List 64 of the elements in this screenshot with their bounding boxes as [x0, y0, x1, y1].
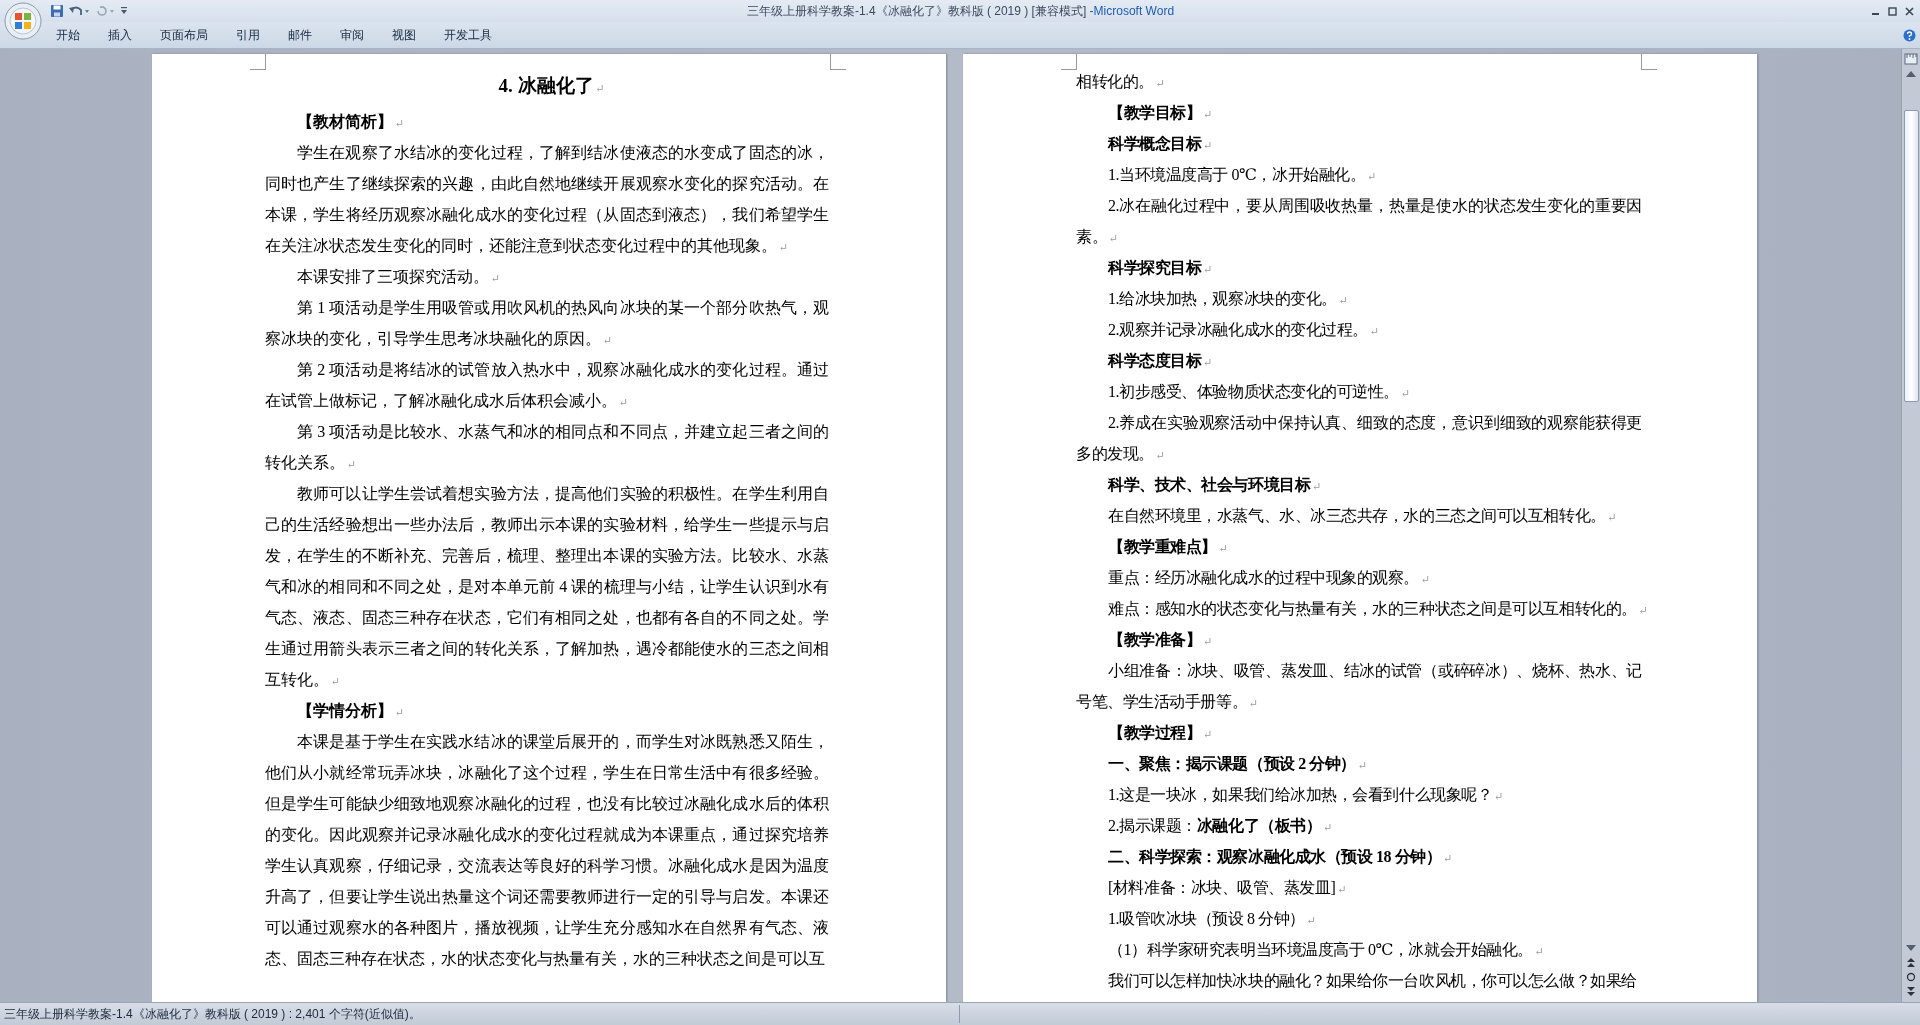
crop-mark: [250, 54, 266, 70]
paragraph: 1.吸管吹冰块（预设 8 分钟）↵: [1107, 909, 1317, 929]
paragraph: 教师可以让学生尝试着想实验方法，提高他们实验的积极性。在学生利用自己的生活经验想出一些办法后，教师出示本课的实验材料，给学生一些提示与启发，在学生的不断补充、完善后，梳理、整理出本课的实验方法。比较水、水蒸气和冰的相同和不同之处，是对本单元前 4 课的梳理与小结，让学生认识到水有气态、液态、固态三种存在状态，它们有相同之处，也都有各自的不同之处。学生通过用箭头表示三者之间的转化关系，了解加热，遇冷都能使水的三态之间相互转化。↵: [265, 484, 829, 690]
paragraph: 1.这是一块冰，如果我们给冰加热，会看到什么现象呢？↵: [1107, 785, 1505, 805]
paragraph: 2.观察并记录冰融化成水的变化过程。↵: [1107, 320, 1380, 340]
paragraph: 第 1 项活动是学生用吸管或用吹风机的热风向冰块的某一个部分吹热气，观察冰块的变化，引导学生思考冰块融化的原因。↵: [265, 298, 829, 349]
word-count-status: 三年级上册科学教案-1.4《冰融化了》教科版 ( 2019 ) : 2,401 个字符(近似值)。: [3, 1005, 422, 1023]
ribbon-tab[interactable]: 视图: [384, 24, 424, 46]
paragraph: 2.养成在实验观察活动中保持认真、细致的态度，意识到细致的观察能获得更多的发现。↵: [1076, 413, 1642, 464]
ribbon-tab[interactable]: 页面布局: [152, 24, 216, 46]
section-heading: 【教学准备】↵: [1107, 630, 1214, 650]
ribbon-tab[interactable]: 插入: [100, 24, 140, 46]
undo-icon[interactable]: [68, 4, 90, 18]
help-icon[interactable]: [1903, 28, 1916, 42]
customize-caret-icon[interactable]: [120, 6, 128, 16]
section-heading: 【学情分析】↵: [296, 701, 406, 721]
browse-object-icon[interactable]: [1905, 971, 1917, 983]
document-title: 4. 冰融化了↵: [497, 74, 606, 98]
maximize-icon[interactable]: [1888, 6, 1897, 16]
section-heading: 一、聚焦：揭示课题（预设 2 分钟）↵: [1107, 754, 1368, 774]
previous-page-icon[interactable]: [1905, 956, 1917, 968]
paragraph: 学生在观察了水结冰的变化过程，了解到结冰使液态的水变成了固态的冰，同时也产生了继续探索的兴趣，由此自然地继续开展观察水变化的探究活动。在本课，学生将经历观察冰融化成水的变化过程（从固态到液态），我们希望学生在关注冰状态发生变化的同时，还能注意到状态变化过程中的其他现象。↵: [265, 143, 829, 256]
paragraph: 第 2 项活动是将结冰的试管放入热水中，观察冰融化成水的变化过程。通过在试管上做标记，了解冰融化成水后体积会减小。↵: [265, 360, 829, 411]
paragraph: 2.冰在融化过程中，要从周围吸收热量，热量是使水的状态发生变化的重要因素。↵: [1076, 196, 1642, 247]
close-icon[interactable]: [1905, 6, 1914, 16]
ribbon-tab[interactable]: 邮件: [280, 24, 320, 46]
vertical-scrollbar[interactable]: [1901, 49, 1920, 1002]
paragraph: 重点：经历冰融化成水的过程中现象的观察。↵: [1107, 568, 1431, 588]
paragraph: 本课是基于学生在实践水结冰的课堂后展开的，而学生对冰既熟悉又陌生，他们从小就经常玩弄冰块，冰融化了这个过程，学生在日常生活中有很多经验。但是学生可能缺少细致地观察冰融化的过程，也没有比较过冰融化成水后的体积的变化。因此观察并记录冰融化成水的变化过程就成为本课重点，通过探究培养学生认真观察，仔细记录，交流表达等良好的科学习惯。冰融化成水是因为温度升高了，但要让学生说出热量这个词还需要教师进行一定的引导与启发。本课还可以通过观察水的各种图片，播放视频，让学生充分感知水在自然界有气态、液态、固态三种存在状态，水的状态变化与热量有关，水的三种状态之间是可以互: [265, 732, 829, 969]
scroll-thumb[interactable]: [1903, 110, 1919, 402]
paragraph: 1.当环境温度高于 0℃，冰开始融化。↵: [1107, 165, 1378, 185]
next-page-icon[interactable]: [1905, 986, 1917, 998]
scroll-down-icon[interactable]: [1905, 943, 1917, 953]
paragraph: 第 3 项活动是比较水、水蒸气和冰的相同点和不同点，并建立起三者之间的转化关系。↵: [265, 422, 829, 473]
paragraph: 本课安排了三项探究活动。↵: [296, 267, 502, 287]
paragraph: 我们可以怎样加快冰块的融化？如果给你一台吹风机，你可以怎么做？如果给: [1107, 971, 1638, 991]
section-heading: 【教学目标】↵: [1107, 103, 1214, 123]
ruler-toggle-icon[interactable]: [1904, 52, 1918, 66]
scroll-up-icon[interactable]: [1905, 69, 1917, 79]
section-heading: 【教学过程】↵: [1107, 723, 1214, 743]
paragraph: 小组准备：冰块、吸管、蒸发皿、结冰的试管（或碎碎冰）、烧杯、热水、记号笔、学生活动手册等。↵: [1076, 661, 1642, 712]
section-heading: 【教学重难点】↵: [1107, 537, 1229, 557]
paragraph: 1.给冰块加热，观察冰块的变化。↵: [1107, 289, 1349, 309]
section-heading: 二、科学探索：观察冰融化成水（预设 18 分钟）↵: [1107, 847, 1453, 867]
paragraph: 在自然环境里，水蒸气、水、冰三态共存，水的三态之间可以互相转化。↵: [1107, 506, 1618, 526]
paragraph: （1）科学家研究表明当环境温度高于 0℃，冰就会开始融化。↵: [1107, 940, 1545, 960]
section-heading: 科学概念目标↵: [1107, 134, 1214, 154]
section-heading: 【教材简析】↵: [296, 112, 406, 132]
section-heading: 科学探究目标↵: [1107, 258, 1214, 278]
save-icon[interactable]: [50, 4, 64, 18]
section-heading: 科学态度目标↵: [1107, 351, 1214, 371]
ribbon-tab[interactable]: 引用: [228, 24, 268, 46]
section-heading: 科学、技术、社会与环境目标↵: [1107, 475, 1322, 495]
ribbon-tab[interactable]: 开始: [48, 24, 88, 46]
crop-mark: [830, 54, 846, 70]
ribbon-tab[interactable]: 开发工具: [436, 24, 500, 46]
paragraph: [材料准备：冰块、吸管、蒸发皿]↵: [1107, 878, 1348, 898]
paragraph: 相转化的。↵: [1076, 72, 1166, 92]
paragraph: 1.初步感受、体验物质状态变化的可逆性。↵: [1107, 382, 1411, 402]
crop-mark: [1641, 54, 1657, 70]
paragraph: 2.揭示课题：冰融化了（板书）↵: [1107, 816, 1334, 836]
ribbon-tab[interactable]: 审阅: [332, 24, 372, 46]
window-title: 三年级上册科学教案-1.4《冰融化了》教科版 ( 2019 ) [兼容模式] -Microsoft Word: [745, 2, 1176, 20]
crop-mark: [1061, 54, 1077, 70]
